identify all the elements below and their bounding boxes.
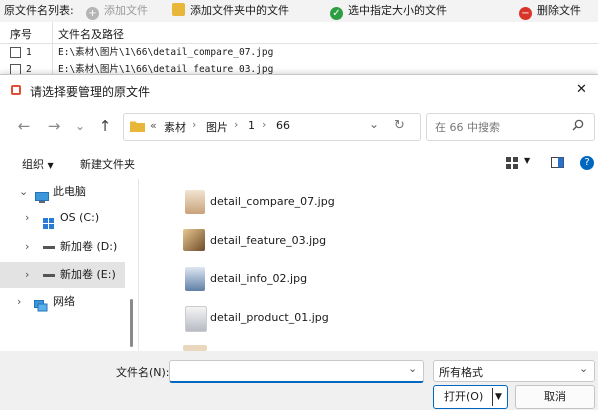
- search-icon[interactable]: [572, 119, 584, 131]
- breadcrumb-item[interactable]: 66: [276, 119, 290, 132]
- column-header-path[interactable]: 文件名及路径: [58, 26, 124, 42]
- filename-label: 文件名(N):: [116, 366, 170, 379]
- plus-icon: +: [86, 7, 99, 20]
- column-header-index[interactable]: 序号: [10, 26, 32, 42]
- drive-icon: [43, 246, 55, 249]
- breadcrumb-item[interactable]: 1: [248, 119, 255, 132]
- image-thumbnail-icon: [185, 267, 205, 291]
- search-input[interactable]: 在 66 中搜索: [435, 119, 500, 135]
- folder-icon: [172, 3, 185, 16]
- chevron-right-icon: ›: [17, 295, 22, 308]
- refresh-icon[interactable]: ↻: [394, 118, 405, 133]
- add-file-button[interactable]: + 添加文件: [86, 3, 148, 20]
- address-dropdown-icon[interactable]: ⌄: [369, 117, 379, 131]
- image-thumbnail-icon: [183, 229, 205, 251]
- file-table: 序号 文件名及路径 1 E:\素材\图片\1\66\detail_compare…: [0, 22, 598, 82]
- folder-icon: [130, 120, 145, 132]
- organize-menu[interactable]: 组织 ▼: [22, 156, 54, 172]
- chevron-down-icon[interactable]: ⌄: [408, 362, 417, 375]
- drive-icon: [43, 274, 55, 277]
- split-divider: [492, 388, 493, 406]
- network-icon: [34, 296, 48, 312]
- file-type-select[interactable]: 所有格式 ⌄: [433, 360, 595, 382]
- row-checkbox[interactable]: [10, 47, 21, 58]
- breadcrumb-item[interactable]: 图片: [206, 119, 228, 135]
- address-bar[interactable]: « 素材 › 图片 › 1 › 66 ⌄ ↻: [123, 113, 421, 141]
- chevron-down-icon: ▼: [47, 161, 54, 170]
- view-options-icon[interactable]: [506, 157, 518, 169]
- nav-scrollbar-thumb[interactable]: [130, 299, 133, 347]
- dialog-title-bar: 请选择要管理的原文件 ✕: [0, 75, 598, 105]
- nav-item-drive-d[interactable]: › 新加卷 (D:): [0, 234, 125, 260]
- chevron-right-icon: ›: [25, 240, 30, 253]
- filename-field[interactable]: ⌄: [169, 360, 424, 383]
- list-item[interactable]: detail_feature_03.jpg: [210, 227, 326, 255]
- close-icon[interactable]: ✕: [576, 82, 587, 97]
- row-path: E:\素材\图片\1\66\detail_compare_07.jpg: [58, 47, 274, 58]
- forward-arrow-icon[interactable]: →: [44, 117, 64, 135]
- breadcrumb-overflow[interactable]: «: [150, 119, 157, 132]
- view-dropdown-icon[interactable]: ▼: [524, 156, 530, 165]
- file-list-label: 原文件名列表:: [4, 4, 74, 17]
- open-file-dialog: 请选择要管理的原文件 ✕ ← → ⌄ ↑ « 素材 › 图片 › 1 › 66 …: [0, 74, 598, 410]
- dialog-footer: 文件名(N): ⌄ 所有格式 ⌄ 打开(O) ▼ 取消: [0, 351, 598, 410]
- dialog-title: 请选择要管理的原文件: [30, 85, 151, 99]
- check-icon: ✓: [330, 7, 343, 20]
- search-box[interactable]: 在 66 中搜索: [426, 113, 595, 141]
- chevron-right-icon: ›: [25, 268, 30, 281]
- nav-item-drive-c[interactable]: › OS (C:): [0, 205, 125, 231]
- breadcrumb-separator: ›: [234, 118, 239, 131]
- preview-pane-icon[interactable]: [551, 157, 564, 168]
- list-item[interactable]: detail_product_01.jpg: [210, 304, 329, 332]
- image-thumbnail-icon: [185, 190, 205, 214]
- row-index: 1: [26, 47, 32, 58]
- breadcrumb-separator: ›: [192, 118, 197, 131]
- chevron-down-icon: ⌄: [579, 362, 589, 375]
- back-arrow-icon[interactable]: ←: [14, 117, 34, 135]
- windows-drive-icon: [43, 213, 54, 229]
- open-button[interactable]: 打开(O) ▼: [433, 385, 508, 409]
- nav-item-network[interactable]: › 网络: [0, 289, 125, 315]
- table-row[interactable]: 1 E:\素材\图片\1\66\detail_compare_07.jpg: [0, 44, 598, 61]
- list-item[interactable]: detail_info_02.jpg: [210, 265, 307, 293]
- open-dropdown-icon[interactable]: ▼: [495, 386, 502, 408]
- chevron-right-icon: ›: [25, 211, 30, 224]
- list-item[interactable]: detail_compare_07.jpg: [210, 188, 335, 216]
- toolbar: 原文件名列表: + 添加文件 添加文件夹中的文件 ✓ 选中指定大小的文件 − 删除文件: [0, 0, 598, 23]
- minus-icon: −: [519, 7, 532, 20]
- new-folder-button[interactable]: 新建文件夹: [80, 156, 135, 172]
- dialog-app-icon: [10, 84, 22, 96]
- delete-files-button[interactable]: − 删除文件: [519, 3, 581, 20]
- cancel-button[interactable]: 取消: [515, 385, 595, 409]
- file-list: detail_compare_07.jpg detail_feature_03.…: [138, 179, 598, 351]
- computer-icon: [35, 187, 49, 203]
- up-arrow-icon[interactable]: ↑: [95, 117, 115, 135]
- recent-dropdown-icon[interactable]: ⌄: [70, 117, 90, 135]
- select-by-size-button[interactable]: ✓ 选中指定大小的文件: [330, 3, 447, 20]
- chevron-down-icon: ⌄: [19, 185, 29, 198]
- breadcrumb-separator: ›: [262, 118, 267, 131]
- navigation-pane: ⌄ 此电脑 › OS (C:) › 新加卷 (D:) › 新加卷 (E:) › …: [0, 179, 138, 351]
- nav-item-drive-e[interactable]: › 新加卷 (E:): [0, 262, 125, 288]
- nav-item-this-pc[interactable]: ⌄ 此电脑: [0, 179, 125, 205]
- image-thumbnail-icon: [185, 306, 207, 332]
- help-icon[interactable]: ?: [580, 156, 594, 170]
- breadcrumb-item[interactable]: 素材: [164, 119, 186, 135]
- command-bar: 组织 ▼ 新建文件夹 ▼ ?: [0, 151, 598, 177]
- navigation-bar: ← → ⌄ ↑ « 素材 › 图片 › 1 › 66 ⌄ ↻ 在 66 中搜索: [0, 109, 598, 143]
- browser-area: ⌄ 此电脑 › OS (C:) › 新加卷 (D:) › 新加卷 (E:) › …: [0, 179, 598, 351]
- add-folder-files-button[interactable]: 添加文件夹中的文件: [172, 3, 289, 19]
